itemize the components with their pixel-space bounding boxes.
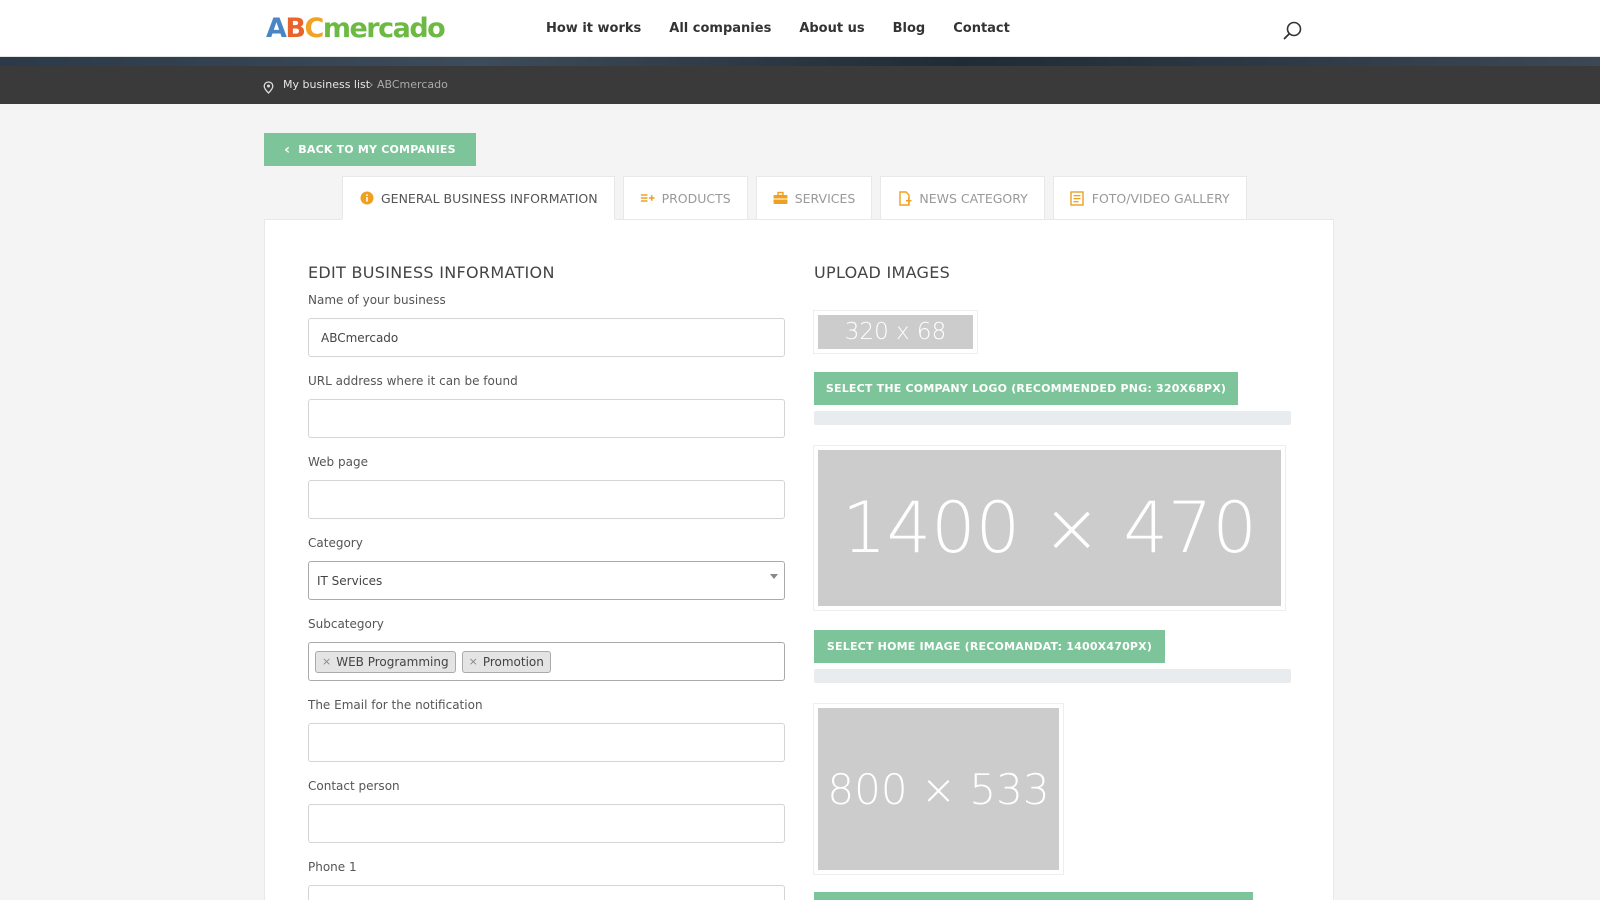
subcategory-multiselect[interactable]: × WEB Programming × Promotion	[308, 642, 785, 681]
tag-label: Promotion	[482, 654, 544, 669]
breadcrumb-current: ABCmercado	[377, 78, 448, 91]
select-home-image-button[interactable]: SELECT HOME IMAGE (RECOMANDAT: 1400X470P…	[814, 630, 1165, 663]
nav-contact[interactable]: Contact	[953, 21, 1010, 36]
category-select[interactable]: IT Services	[308, 561, 785, 600]
breadcrumb-my-business-list[interactable]: My business list	[283, 78, 370, 91]
phone-1-label: Phone 1	[308, 860, 357, 874]
edit-business-heading: EDIT BUSINESS INFORMATION	[308, 263, 555, 282]
notification-email-label: The Email for the notification	[308, 698, 483, 712]
tab-label: NEWS CATEGORY	[919, 190, 1028, 206]
tab-label: GENERAL BUSINESS INFORMATION	[381, 190, 598, 206]
back-to-companies-button[interactable]: ‹ BACK TO MY COMPANIES	[264, 133, 476, 166]
briefcase-icon	[773, 191, 788, 206]
site-logo[interactable]: ABCmercado	[266, 12, 446, 46]
tab-news-category[interactable]: NEWS CATEGORY	[880, 176, 1045, 220]
main-nav: How it works All companies About us Blog…	[546, 0, 1038, 57]
logo-preview: 320 x 68	[813, 310, 978, 354]
nav-how-it-works[interactable]: How it works	[546, 21, 641, 36]
business-name-label: Name of your business	[308, 293, 446, 307]
tab-general-business-information[interactable]: GENERAL BUSINESS INFORMATION	[342, 176, 615, 220]
breadcrumb-separator: ›	[369, 78, 374, 91]
nav-blog[interactable]: Blog	[893, 21, 926, 36]
subcategory-tag: × WEB Programming	[315, 650, 456, 673]
gallery-icon	[1070, 190, 1085, 206]
breadcrumb: My business list › ABCmercado	[0, 66, 1600, 104]
contact-person-label: Contact person	[308, 779, 400, 793]
notification-email-input[interactable]	[308, 723, 785, 762]
logo-placeholder-text: 320 x 68	[818, 315, 973, 349]
info-icon	[359, 191, 374, 206]
subcategory-tag: × Promotion	[461, 650, 551, 673]
web-page-input[interactable]	[308, 480, 785, 519]
business-name-input[interactable]	[308, 318, 785, 357]
nav-all-companies[interactable]: All companies	[669, 21, 771, 36]
upload-images-heading: UPLOAD IMAGES	[814, 263, 951, 282]
logo-upload-progress	[814, 411, 1291, 425]
tab-foto-video-gallery[interactable]: FOTO/VIDEO GALLERY	[1052, 176, 1247, 220]
tab-services[interactable]: SERVICES	[755, 176, 873, 220]
document-add-icon	[897, 190, 912, 206]
url-address-label: URL address where it can be found	[308, 374, 518, 388]
top-navbar: ABCmercado How it works All companies Ab…	[0, 0, 1600, 57]
third-image-preview: 800 × 533	[813, 703, 1064, 875]
home-image-preview: 1400 × 470	[813, 445, 1286, 611]
chevron-left-icon: ‹	[284, 141, 291, 158]
subcategory-label: Subcategory	[308, 617, 384, 631]
url-address-input[interactable]	[308, 399, 785, 438]
select-third-image-button[interactable]	[814, 892, 1253, 900]
tab-label: FOTO/VIDEO GALLERY	[1091, 190, 1230, 206]
dropdown-caret-icon	[770, 574, 778, 579]
remove-tag-icon[interactable]: ×	[322, 655, 331, 668]
contact-person-input[interactable]	[308, 804, 785, 843]
hero-image-strip	[0, 57, 1600, 66]
search-icon[interactable]	[1282, 20, 1304, 42]
tab-label: SERVICES	[794, 190, 856, 206]
select-company-logo-button[interactable]: SELECT THE COMPANY LOGO (RECOMMENDED PNG…	[814, 372, 1238, 405]
nav-about-us[interactable]: About us	[799, 21, 864, 36]
category-label: Category	[308, 536, 363, 550]
tab-products[interactable]: PRODUCTS	[622, 176, 748, 220]
back-button-label: BACK TO MY COMPANIES	[298, 143, 456, 156]
home-image-upload-progress	[814, 669, 1291, 683]
tag-label: WEB Programming	[336, 654, 449, 669]
list-add-icon	[640, 191, 655, 206]
section-tabs: GENERAL BUSINESS INFORMATION PRODUCTS SE…	[342, 176, 1255, 220]
tab-label: PRODUCTS	[661, 190, 731, 206]
category-selected-value: IT Services	[317, 573, 383, 588]
remove-tag-icon[interactable]: ×	[469, 655, 478, 668]
third-image-placeholder-text: 800 × 533	[818, 708, 1059, 870]
phone-1-input[interactable]	[308, 885, 785, 900]
home-image-placeholder-text: 1400 × 470	[818, 450, 1281, 606]
location-pin-icon	[262, 79, 275, 94]
web-page-label: Web page	[308, 455, 368, 469]
